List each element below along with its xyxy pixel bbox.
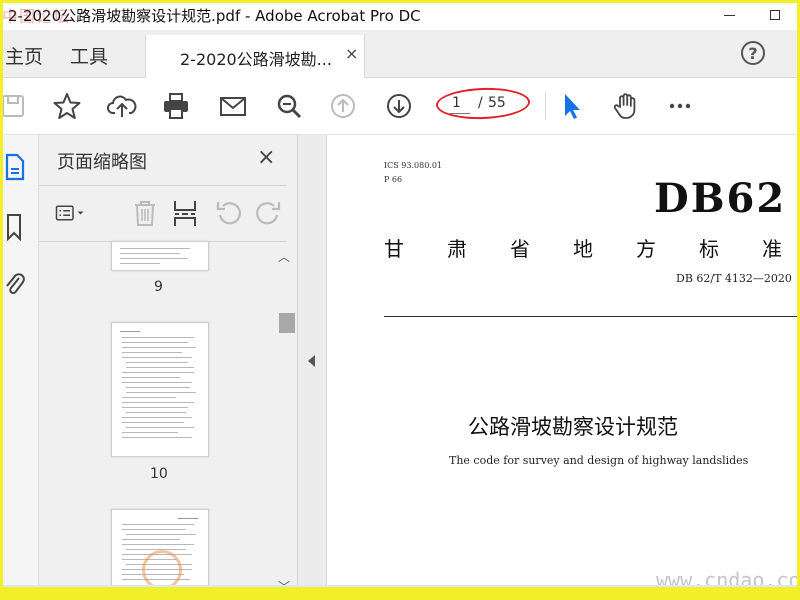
bookmark-star-icon[interactable] xyxy=(50,89,84,123)
page-thumbnail-9[interactable] xyxy=(111,241,209,271)
heading-char: 方 xyxy=(636,237,656,261)
minimize-icon xyxy=(723,14,735,16)
header-rule xyxy=(384,316,800,317)
zoom-search-icon[interactable] xyxy=(272,89,306,123)
panel-collapse-strip[interactable] xyxy=(298,135,327,595)
page-thumbnail-number: 9 xyxy=(154,279,163,295)
help-button[interactable]: ? xyxy=(741,41,765,65)
bookmarks-icon[interactable] xyxy=(4,213,26,242)
collapse-arrow-icon[interactable] xyxy=(308,355,315,367)
heading-char: 甘 xyxy=(384,237,404,261)
thumbnail-panel: 页面缩略图 × 9 10 ︿ xyxy=(39,135,298,597)
page-thumbnail-number: 10 xyxy=(150,466,168,482)
heading-char: 标 xyxy=(699,237,719,261)
print-icon[interactable] xyxy=(159,89,193,123)
minimize-button[interactable] xyxy=(706,0,752,30)
standard-number: DB 62/T 4132—2020 xyxy=(676,272,792,285)
heading-char: 肃 xyxy=(447,237,467,261)
email-icon[interactable] xyxy=(216,89,250,123)
thumbnail-options-icon[interactable] xyxy=(55,198,85,228)
insert-page-icon[interactable] xyxy=(170,198,200,228)
standard-code: DB62 xyxy=(654,175,787,222)
page-up-icon[interactable] xyxy=(326,89,360,123)
document-title-cn: 公路滑坡勘察设计规范 xyxy=(468,415,678,439)
heading-char: 地 xyxy=(573,237,593,261)
corner-watermark: 中国论坛 xyxy=(2,7,71,26)
heading-char: 省 xyxy=(510,237,530,261)
scrollbar-thumb[interactable] xyxy=(279,313,295,333)
tab-tools[interactable]: 工具 xyxy=(70,42,108,69)
page-thumbnail-11[interactable] xyxy=(111,509,209,597)
toolbar xyxy=(0,78,800,135)
more-icon[interactable] xyxy=(663,89,697,123)
hand-tool-icon[interactable] xyxy=(609,89,643,123)
rotate-left-icon[interactable] xyxy=(214,198,244,228)
thumbnail-scrollbar[interactable]: ︿ ﹀ xyxy=(277,248,295,594)
stamp-mark xyxy=(142,550,182,590)
maximize-button[interactable] xyxy=(752,0,798,30)
delete-page-icon[interactable] xyxy=(130,198,160,228)
select-arrow-icon[interactable] xyxy=(554,89,588,123)
scroll-up-icon[interactable]: ︿ xyxy=(278,248,290,265)
classification-code: P 66 xyxy=(384,175,403,184)
tab-home[interactable]: 主页 xyxy=(5,42,43,69)
tab-bar: 主页 工具 2-2020公路滑坡勘... × ? xyxy=(0,30,800,78)
page-thumbnail-10[interactable] xyxy=(111,322,209,457)
attachments-icon[interactable] xyxy=(4,270,26,298)
toolbar-separator xyxy=(545,92,546,120)
page-down-icon[interactable] xyxy=(382,89,416,123)
tab-document[interactable]: 2-2020公路滑坡勘... × xyxy=(145,35,365,78)
rotate-right-icon[interactable] xyxy=(253,198,283,228)
navigation-rail xyxy=(0,135,39,595)
ics-code: ICS 93.080.01 xyxy=(384,161,443,170)
thumbnail-panel-title: 页面缩略图 xyxy=(57,152,147,173)
tab-close-icon[interactable]: × xyxy=(345,44,358,63)
document-view[interactable]: ICS 93.080.01 P 66 DB62 甘 肃 省 地 方 标 准 DB 62/T … xyxy=(327,135,800,595)
heading-char: 准 xyxy=(762,237,782,261)
tab-document-label: 2-2020公路滑坡勘... xyxy=(180,50,332,69)
frame-bottom-band xyxy=(0,587,800,600)
maximize-icon xyxy=(770,10,780,20)
upload-cloud-icon[interactable] xyxy=(105,89,139,123)
page-thumbnails-icon[interactable] xyxy=(4,153,26,181)
save-icon[interactable] xyxy=(0,89,32,123)
title-bar: 2-2020公路滑坡勘察设计规范.pdf - Adobe Acrobat Pro… xyxy=(0,0,800,30)
document-title-en: The code for survey and design of highwa… xyxy=(449,454,749,467)
thumbnail-toolbar xyxy=(39,185,287,242)
province-standard-heading: 甘肃省地方标准 xyxy=(384,233,800,262)
close-panel-icon[interactable]: × xyxy=(257,145,275,170)
